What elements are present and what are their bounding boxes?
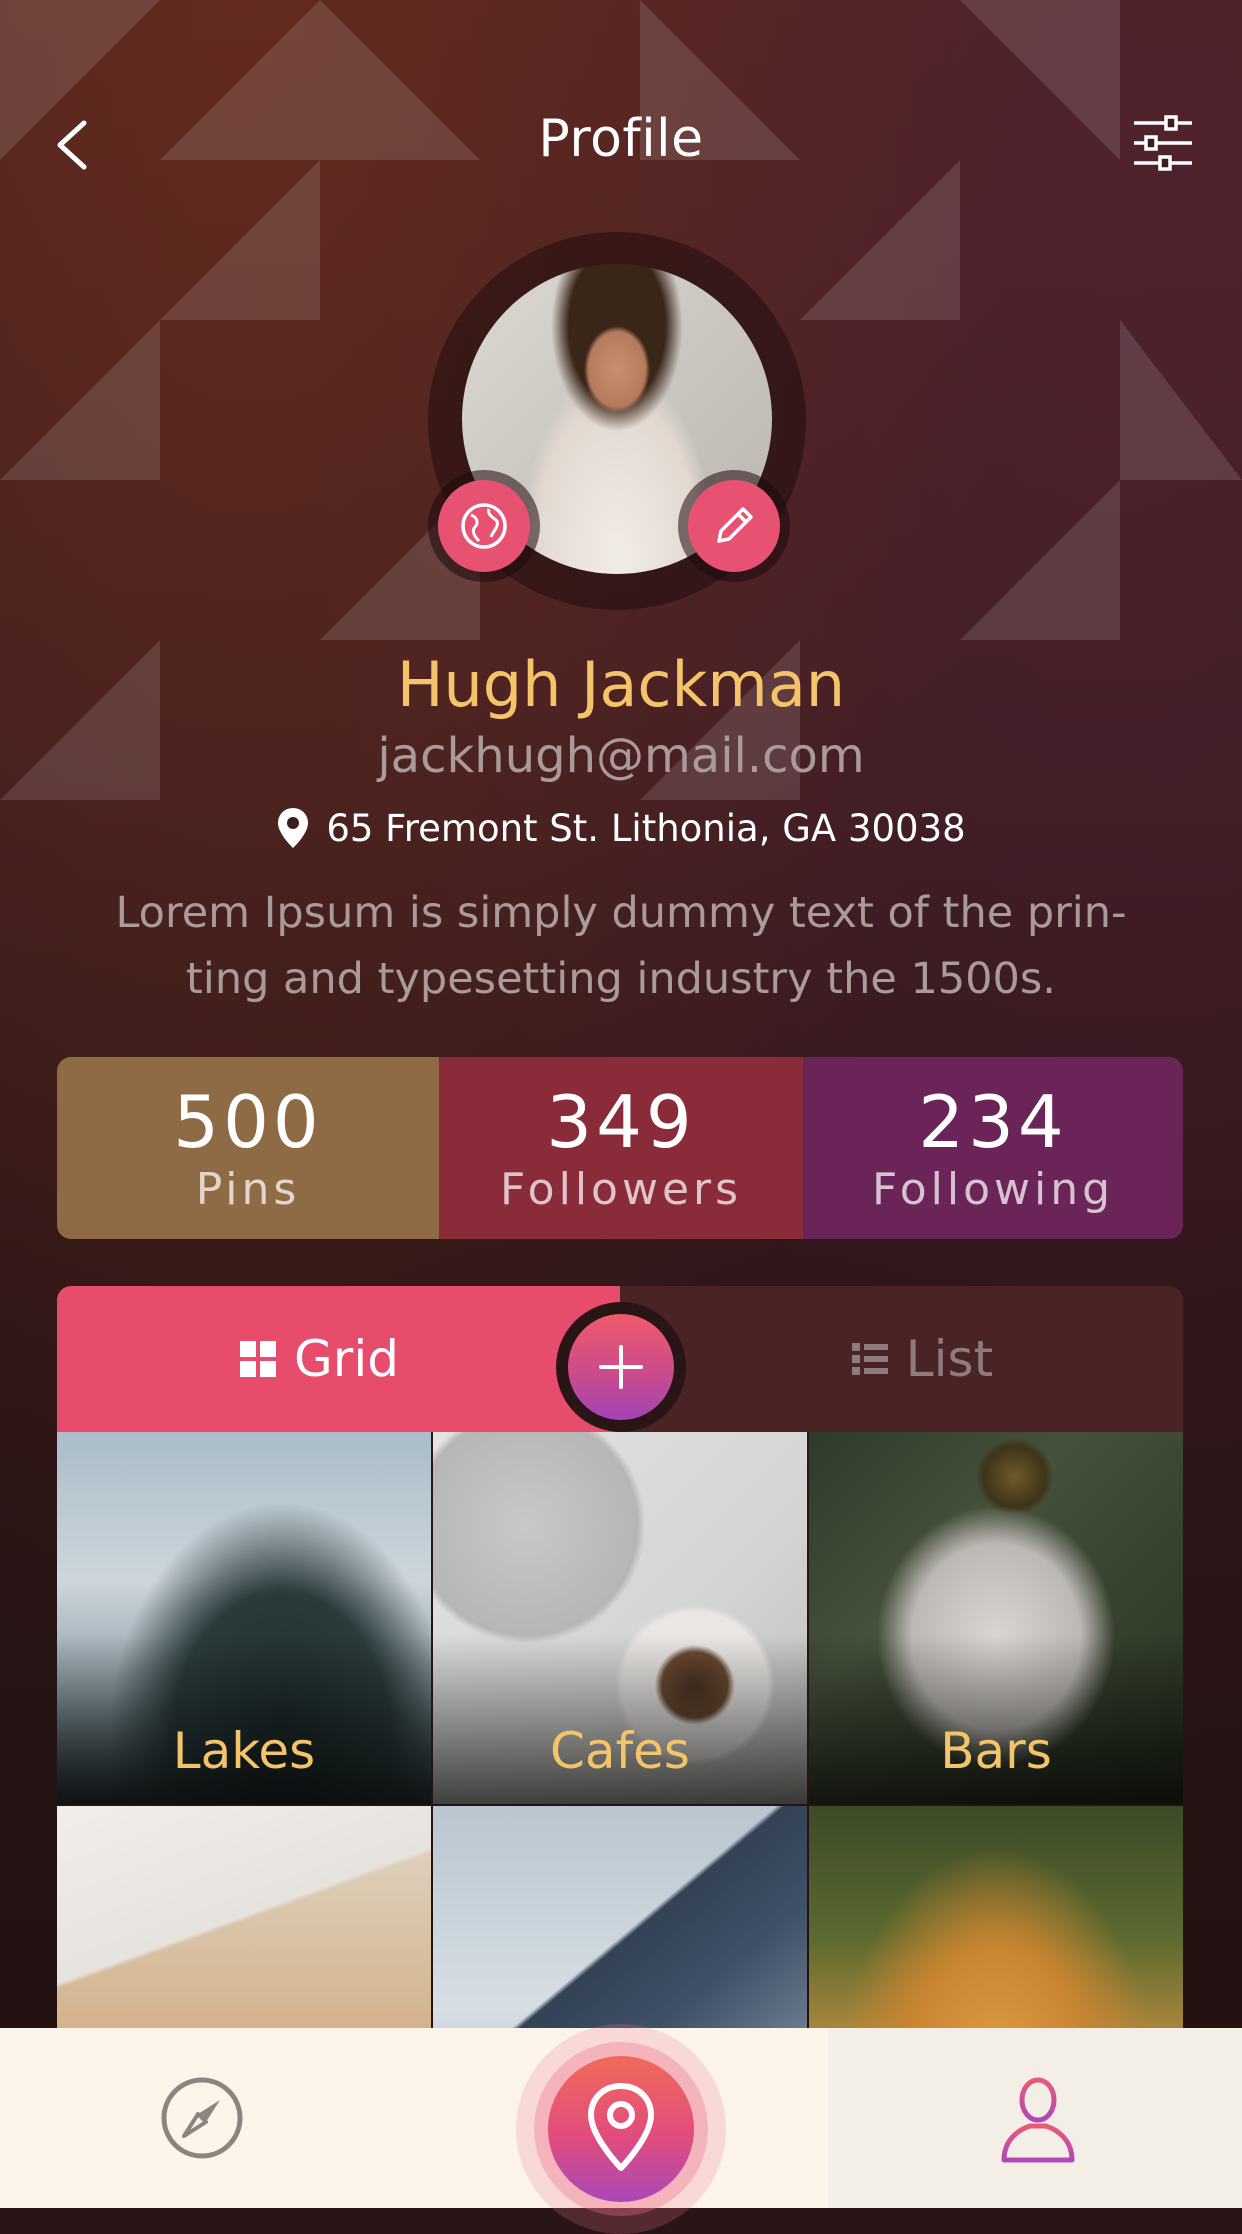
photo-grid: Lakes Cafes Bars <box>57 1432 1183 2028</box>
user-icon[interactable] <box>998 2074 1078 2164</box>
add-button-fill <box>568 1314 674 1420</box>
add-button[interactable] <box>556 1302 686 1432</box>
tab-grid[interactable]: Grid <box>57 1286 620 1432</box>
compass-icon[interactable] <box>160 2076 244 2160</box>
stat-value: 234 <box>918 1080 1068 1164</box>
profile-bio: Lorem Ipsum is simply dummy text of the … <box>115 888 1127 1004</box>
stat-following[interactable]: 234 Following <box>803 1057 1183 1239</box>
location-pin-icon <box>278 808 309 848</box>
map-pin-button[interactable] <box>548 2056 694 2202</box>
sliders-icon[interactable] <box>1132 115 1194 171</box>
stat-label: Following <box>871 1164 1115 1215</box>
grid-tile[interactable] <box>809 1806 1183 2028</box>
profile-address: 65 Fremont St. Lithonia, GA 30038 <box>0 800 1242 856</box>
tab-list-label: List <box>905 1330 994 1388</box>
location-pin-icon <box>588 2083 654 2171</box>
grid-tile[interactable]: Cafes <box>433 1432 807 1804</box>
globe-icon <box>461 503 507 549</box>
stat-label: Followers <box>499 1164 743 1215</box>
pencil-icon <box>717 507 753 543</box>
plus-icon <box>599 1345 643 1389</box>
tile-caption: Cafes <box>550 1722 690 1780</box>
stat-value: 349 <box>546 1080 696 1164</box>
stats-bar: 500 Pins 349 Followers 234 Following <box>57 1057 1183 1239</box>
profile-email: jackhugh@mail.com <box>377 728 865 784</box>
tab-list[interactable]: List <box>620 1286 1183 1432</box>
tab-grid-label: Grid <box>294 1330 399 1388</box>
stat-label: Pins <box>195 1164 301 1215</box>
tile-caption: Bars <box>940 1722 1052 1780</box>
edit-button[interactable] <box>688 480 780 572</box>
stat-value: 500 <box>173 1080 323 1164</box>
grid-tile[interactable]: Bars <box>809 1432 1183 1804</box>
stat-pins[interactable]: 500 Pins <box>57 1057 439 1239</box>
grid-icon <box>240 1341 277 1377</box>
globe-button[interactable] <box>438 480 530 572</box>
grid-tile[interactable] <box>433 1806 807 2028</box>
stat-followers[interactable]: 349 Followers <box>439 1057 803 1239</box>
tile-caption: Lakes <box>172 1722 316 1780</box>
grid-tile[interactable] <box>57 1806 431 2028</box>
list-icon <box>851 1343 888 1375</box>
profile-name: Hugh Jackman <box>396 648 846 721</box>
address-text: 65 Fremont St. Lithonia, GA 30038 <box>326 806 966 850</box>
page-title: Profile <box>538 109 704 169</box>
top-bar: Profile <box>0 95 1242 195</box>
grid-tile[interactable]: Lakes <box>57 1432 431 1804</box>
